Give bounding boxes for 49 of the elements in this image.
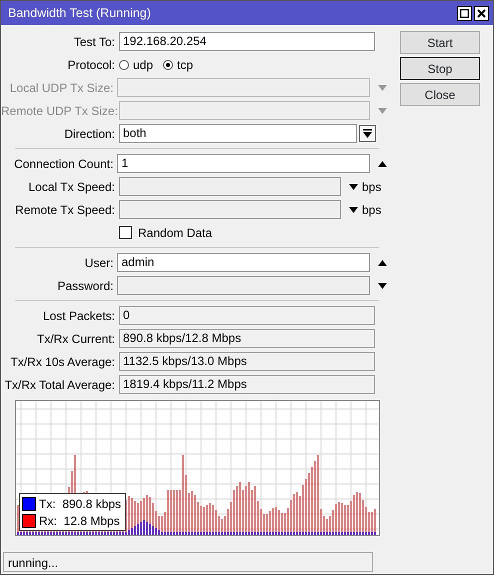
close-button[interactable]: [474, 6, 489, 20]
down-arrow-icon[interactable]: [378, 282, 387, 288]
dialog-button[interactable]: Close: [400, 83, 480, 106]
maximize-button[interactable]: [457, 6, 472, 20]
dialog-button[interactable]: Stop: [400, 57, 480, 80]
field-label: Tx/Rx Current:: [36, 330, 116, 348]
up-arrow-icon[interactable]: [378, 160, 387, 166]
readonly-field: 1132.5 kbps/13.0 Mbps: [119, 352, 375, 371]
input-field[interactable]: 192.168.20.254: [119, 32, 375, 51]
field-label: Password:: [56, 278, 114, 294]
field-label: Test To:: [72, 34, 116, 50]
radio-label[interactable]: udp: [133, 56, 154, 74]
field-label: Local UDP Tx Size:: [8, 80, 114, 96]
field-label: Protocol:: [66, 56, 116, 74]
input-field[interactable]: 1: [117, 154, 370, 173]
input-field[interactable]: admin: [117, 253, 370, 272]
checkbox[interactable]: [119, 226, 132, 239]
readonly-field: 890.8 kbps/12.8 Mbps: [119, 329, 375, 348]
field-label: Direction:: [63, 126, 116, 142]
input-field[interactable]: [119, 200, 341, 219]
legend-label: Tx: 890.8 kbps: [39, 496, 122, 512]
readonly-field: 0: [119, 306, 375, 325]
field-label: Tx/Rx Total Average:: [4, 376, 116, 394]
radio-label[interactable]: tcp: [177, 56, 194, 74]
field-label: Remote UDP Tx Size:: [1, 102, 119, 120]
field-label: Local Tx Speed:: [27, 178, 116, 196]
down-arrow-icon[interactable]: [349, 184, 358, 190]
input-field[interactable]: [119, 177, 341, 196]
dropdown-button[interactable]: [359, 125, 376, 142]
down-arrow-icon[interactable]: [349, 206, 358, 212]
field-label: Lost Packets:: [42, 308, 116, 324]
field-label: User:: [84, 254, 114, 272]
dropdown-field[interactable]: both: [119, 124, 357, 143]
window-title: Bandwidth Test (Running): [8, 4, 152, 22]
up-arrow-icon[interactable]: [378, 260, 387, 266]
dialog-button[interactable]: Start: [400, 31, 480, 54]
input-field[interactable]: [117, 276, 370, 295]
status-text: running...: [3, 552, 373, 572]
unit-label: bps: [362, 178, 382, 196]
readonly-field: 1819.4 kbps/11.2 Mbps: [119, 375, 375, 394]
radio-button[interactable]: [163, 60, 174, 70]
unit-label: bps: [362, 202, 382, 218]
field-label: Connection Count:: [13, 156, 114, 172]
legend-label: Rx: 12.8 Mbps: [39, 512, 120, 530]
field-label: Remote Tx Speed:: [14, 202, 116, 218]
field-label: Tx/Rx 10s Average:: [10, 354, 116, 370]
checkbox-label: Random Data: [138, 224, 212, 242]
radio-button[interactable]: [119, 60, 129, 70]
dropdown-arrow-icon: [363, 129, 372, 138]
